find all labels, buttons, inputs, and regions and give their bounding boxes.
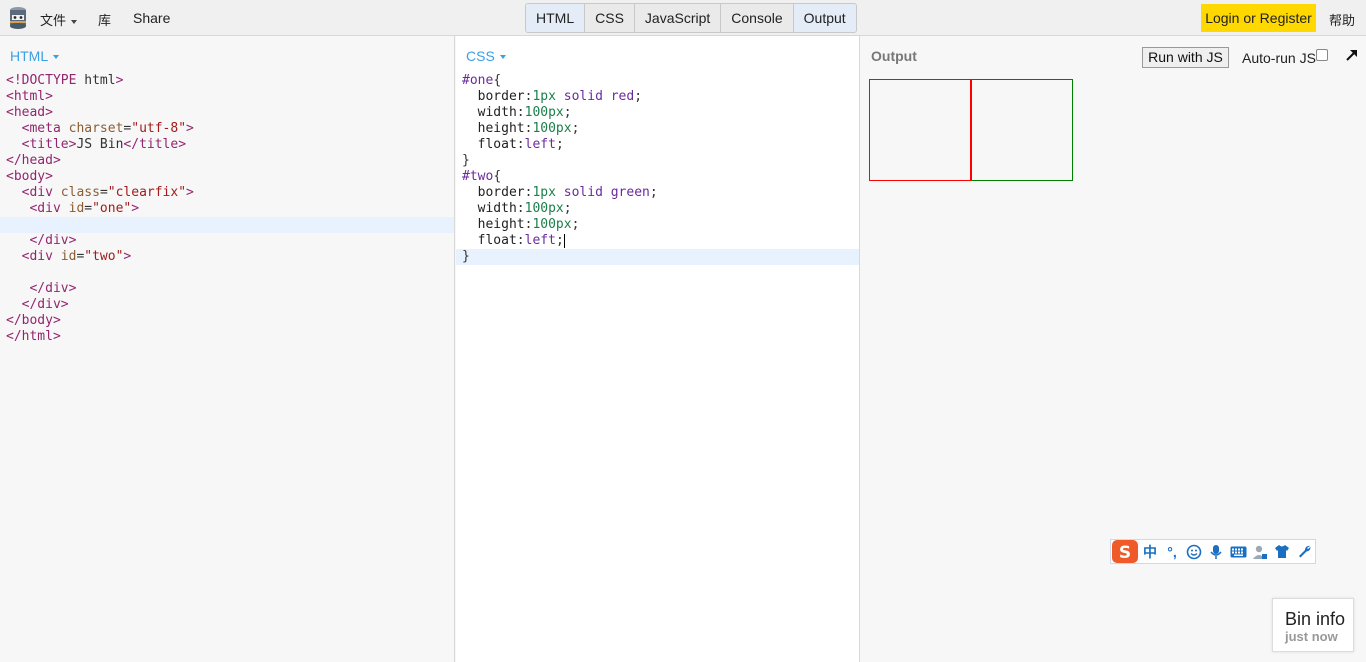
bin-info-panel[interactable]: Bin info just now	[1272, 598, 1354, 652]
ime-toolbar: S 中 °,	[1110, 539, 1316, 564]
css-code-line[interactable]: }	[456, 249, 859, 265]
css-code-editor[interactable]: #one{ border:1px solid red; width:100px;…	[456, 73, 859, 265]
top-toolbar: 文件 库 Share HTML CSS JavaScript Console O…	[0, 0, 1366, 36]
keyboard-icon[interactable]	[1227, 541, 1249, 563]
html-code-line[interactable]: <!DOCTYPE html>	[0, 73, 454, 89]
html-panel-label[interactable]: HTML	[10, 48, 60, 64]
css-code-line[interactable]: }	[456, 153, 859, 169]
share-menu[interactable]: Share	[133, 10, 170, 26]
html-code-editor[interactable]: <!DOCTYPE html> <html> <head> <meta charse…	[0, 73, 454, 345]
bin-info-timestamp: just now	[1285, 629, 1338, 644]
run-with-js-button[interactable]: Run with JS	[1142, 47, 1229, 68]
login-register-button[interactable]: Login or Register	[1201, 4, 1316, 32]
css-code-line[interactable]: float:left;	[456, 233, 859, 249]
svg-text:S: S	[1119, 543, 1131, 563]
css-panel-label-text: CSS	[466, 48, 495, 64]
html-code-line[interactable]: </head>	[0, 153, 454, 169]
output-panel: Output Run with JS Auto-run JS	[861, 36, 1366, 662]
css-code-line[interactable]: width:100px;	[456, 105, 859, 121]
punctuation-icon[interactable]: °,	[1161, 541, 1183, 563]
css-panel-label[interactable]: CSS	[466, 48, 506, 64]
html-code-line[interactable]: </div>	[0, 297, 454, 313]
skin-icon[interactable]	[1271, 541, 1293, 563]
autorun-checkbox[interactable]	[1316, 49, 1328, 61]
library-menu[interactable]: 库	[98, 10, 111, 29]
css-code-line[interactable]: #one{	[456, 73, 859, 89]
settings-wrench-icon[interactable]	[1293, 541, 1315, 563]
text-cursor	[563, 233, 565, 248]
html-code-line[interactable]: <title>JS Bin</title>	[0, 137, 454, 153]
emoji-icon[interactable]	[1183, 541, 1205, 563]
html-code-line[interactable]: <html>	[0, 89, 454, 105]
chinese-mode-icon[interactable]: 中	[1139, 541, 1161, 563]
css-code-line[interactable]: width:100px;	[456, 201, 859, 217]
css-code-line[interactable]: #two{	[456, 169, 859, 185]
css-code-line[interactable]: border:1px solid green;	[456, 185, 859, 201]
html-code-line[interactable]: <head>	[0, 105, 454, 121]
tab-css[interactable]: CSS	[584, 4, 634, 32]
tab-console[interactable]: Console	[720, 4, 792, 32]
panel-toggle-group: HTML CSS JavaScript Console Output	[525, 3, 857, 33]
html-code-line[interactable]: <div id="one">	[0, 201, 454, 217]
tab-html[interactable]: HTML	[526, 4, 585, 32]
jsbin-logo-icon[interactable]	[8, 6, 28, 30]
html-code-line[interactable]: <div id="two">	[0, 249, 454, 265]
css-code-line[interactable]: float:left;	[456, 137, 859, 153]
html-code-line[interactable]: </body>	[0, 313, 454, 329]
output-box-one	[869, 79, 971, 181]
file-menu[interactable]: 文件	[40, 10, 78, 29]
html-editor-panel: HTML <!DOCTYPE html> <html> <head> <meta c…	[0, 36, 455, 662]
popout-arrow-icon[interactable]	[1345, 48, 1359, 62]
caret-down-icon	[71, 19, 78, 24]
css-editor-panel: CSS #one{ border:1px solid red; width:10…	[456, 36, 860, 662]
html-panel-label-text: HTML	[10, 48, 49, 64]
css-code-line[interactable]: height:100px;	[456, 121, 859, 137]
tab-javascript[interactable]: JavaScript	[633, 4, 720, 32]
html-code-line[interactable]: </html>	[0, 329, 454, 345]
html-code-line[interactable]	[0, 265, 454, 281]
css-code-line[interactable]: height:100px;	[456, 217, 859, 233]
autorun-label: Auto-run JS	[1242, 50, 1316, 66]
html-code-line[interactable]: </div>	[0, 281, 454, 297]
sogou-logo-icon[interactable]: S	[1111, 539, 1139, 564]
html-code-line[interactable]: <meta charset="utf-8">	[0, 121, 454, 137]
caret-down-icon	[499, 55, 506, 60]
css-code-line[interactable]: border:1px solid red;	[456, 89, 859, 105]
caret-down-icon	[53, 55, 60, 60]
html-code-line[interactable]: <body>	[0, 169, 454, 185]
user-icon[interactable]	[1249, 541, 1271, 563]
html-code-line[interactable]: <div class="clearfix">	[0, 185, 454, 201]
help-link[interactable]: 帮助	[1329, 10, 1355, 29]
output-panel-label: Output	[871, 48, 917, 64]
output-box-two	[971, 79, 1073, 181]
bin-info-title: Bin info	[1285, 609, 1346, 629]
html-code-line[interactable]: </div>	[0, 233, 454, 249]
microphone-icon[interactable]	[1205, 541, 1227, 563]
html-code-line[interactable]	[0, 217, 454, 233]
tab-output[interactable]: Output	[792, 4, 856, 32]
file-menu-label: 文件	[40, 13, 67, 28]
